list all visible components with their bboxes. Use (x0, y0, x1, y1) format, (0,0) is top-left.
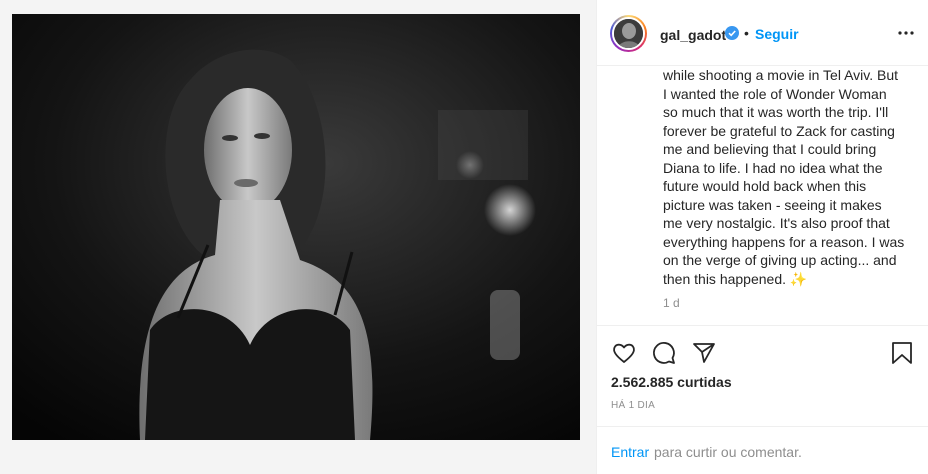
login-prompt-text: para curtir ou comentar. (654, 444, 802, 460)
avatar-image (614, 19, 643, 48)
caption-line: then this happened. ✨ (663, 270, 808, 287)
like-heart-icon[interactable] (611, 340, 637, 366)
caption-line: me very nostalgic. It's also proof that (663, 215, 890, 231)
post-media[interactable] (0, 0, 596, 474)
caption-line: on the verge of giving up acting... and (663, 252, 897, 268)
caption-line: so much that it was worth the trip. I'll (663, 104, 889, 120)
caption-line: me and believing that I could bring (663, 141, 877, 157)
post-photo[interactable] (0, 0, 596, 474)
post-side-panel: gal_gadot • Seguir while shooting a movi… (596, 0, 928, 474)
comments-area[interactable]: while shooting a movie in Tel Aviv. But I… (597, 66, 928, 326)
save-bookmark-icon[interactable] (889, 340, 915, 366)
comment-icon[interactable] (651, 340, 677, 366)
action-bar (597, 326, 928, 376)
caption-line: everything happens for a reason. I was (663, 233, 905, 250)
avatar-story-ring[interactable] (610, 15, 647, 52)
username-link[interactable]: gal_gadot (660, 27, 726, 43)
verified-badge-icon (725, 26, 739, 40)
caption-line: while shooting a movie in Tel Aviv. But (663, 67, 899, 83)
likes-count[interactable]: 2.562.885 curtidas (611, 374, 732, 390)
login-link[interactable]: Entrar (611, 444, 649, 460)
caption-line: future would hold back when this (663, 178, 867, 194)
caption-line: picture was taken - seeing it makes (663, 196, 882, 213)
caption-line: forever be grateful to Zack for casting (663, 122, 895, 139)
more-options-icon[interactable] (897, 26, 915, 38)
post-caption: while shooting a movie in Tel Aviv. But I… (663, 66, 913, 288)
header-separator: • (744, 25, 749, 41)
portrait-photo (0, 0, 596, 474)
post-timestamp[interactable]: HÁ 1 DIA (611, 400, 655, 411)
follow-button[interactable]: Seguir (755, 26, 799, 42)
caption-line: I wanted the role of Wonder Woman (663, 85, 887, 102)
post-header: gal_gadot • Seguir (597, 0, 928, 66)
login-prompt-bar: Entrar para curtir ou comentar. (597, 426, 928, 474)
caption-timestamp[interactable]: 1 d (663, 296, 680, 310)
avatar[interactable] (612, 17, 645, 50)
share-send-icon[interactable] (691, 340, 717, 366)
caption-line: Diana to life. I had no idea what the (663, 159, 883, 176)
